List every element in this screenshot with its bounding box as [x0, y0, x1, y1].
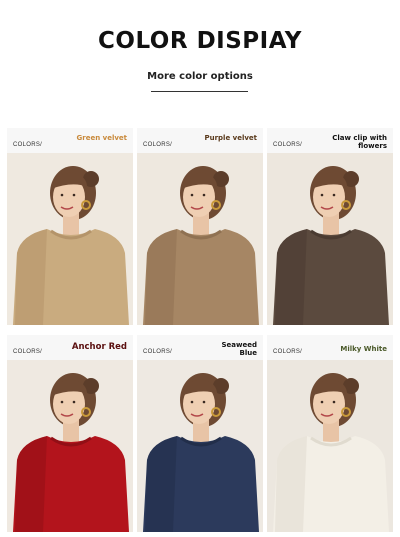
- colors-label: COLORS/: [143, 349, 173, 355]
- eye: [320, 193, 324, 197]
- colors-label: COLORS/: [273, 349, 303, 355]
- eye: [320, 400, 324, 404]
- card-header: COLORS/ Purple velvet: [137, 128, 263, 153]
- model-photo: [267, 153, 393, 325]
- color-name: Claw clip with flowers: [332, 134, 387, 150]
- color-name: Purple velvet: [204, 134, 257, 142]
- colors-label: COLORS/: [273, 142, 303, 148]
- color-name: Seaweed Blue: [221, 341, 258, 357]
- eye: [60, 193, 64, 197]
- eye: [72, 193, 76, 197]
- colors-label: COLORS/: [13, 349, 43, 355]
- eye: [190, 193, 194, 197]
- subtitle-underline: [151, 91, 248, 92]
- color-card-milky-white[interactable]: COLORS/ Milky White: [267, 335, 393, 532]
- eye: [60, 400, 64, 404]
- color-grid: COLORS/ Green velvet COLORS/ Purple velv…: [7, 128, 393, 532]
- color-card-green-velvet[interactable]: COLORS/ Green velvet: [7, 128, 133, 325]
- color-name: Green velvet: [76, 134, 127, 142]
- color-name: Milky White: [340, 345, 387, 353]
- card-header: COLORS/ Seaweed Blue: [137, 335, 263, 360]
- card-header: COLORS/ Claw clip with flowers: [267, 128, 393, 153]
- colors-label: COLORS/: [143, 142, 173, 148]
- color-card-claw-clip[interactable]: COLORS/ Claw clip with flowers: [267, 128, 393, 325]
- color-card-anchor-red[interactable]: COLORS/ Anchor Red: [7, 335, 133, 532]
- model-photo: [137, 360, 263, 532]
- color-name: Anchor Red: [71, 342, 127, 352]
- card-header: COLORS/ Green velvet: [7, 128, 133, 153]
- color-card-seaweed-blue[interactable]: COLORS/ Seaweed Blue: [137, 335, 263, 532]
- card-header: COLORS/ Milky White: [267, 335, 393, 360]
- more-color-options-link[interactable]: More color options: [0, 71, 400, 82]
- model-photo: [7, 153, 133, 325]
- page-title: COLOR DISPIAY: [98, 28, 302, 54]
- eye: [190, 400, 194, 404]
- colors-label: COLORS/: [13, 142, 43, 148]
- model-photo: [7, 360, 133, 532]
- eye: [202, 193, 206, 197]
- card-header: COLORS/ Anchor Red: [7, 335, 133, 360]
- eye: [332, 193, 336, 197]
- model-photo: [137, 153, 263, 325]
- eye: [202, 400, 206, 404]
- eye: [72, 400, 76, 404]
- color-card-purple-velvet[interactable]: COLORS/ Purple velvet: [137, 128, 263, 325]
- model-photo: [267, 360, 393, 532]
- eye: [332, 400, 336, 404]
